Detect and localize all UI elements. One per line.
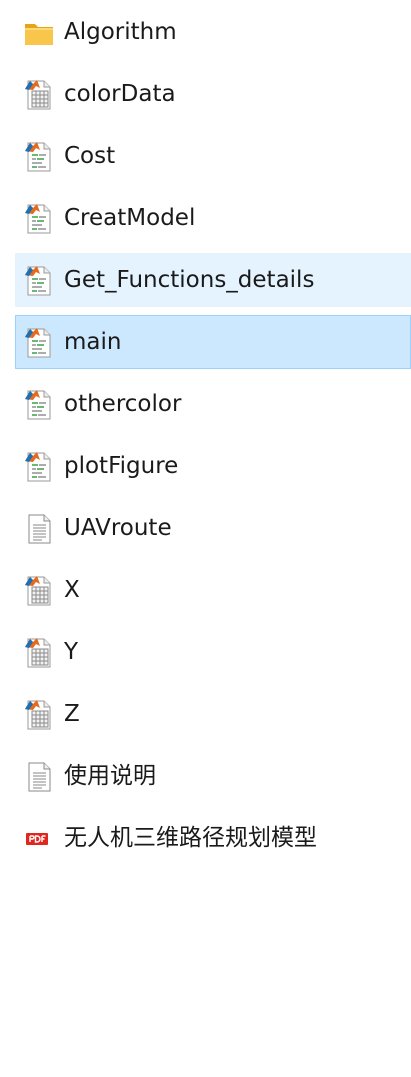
matlab-data-icon: [24, 699, 54, 731]
file-item-uavroute[interactable]: UAVroute: [15, 501, 411, 555]
file-name: Y: [64, 639, 79, 665]
file-item-y[interactable]: Y: [15, 625, 411, 679]
matlab-data-icon: [24, 637, 54, 669]
matlab-data-icon: [24, 79, 54, 111]
file-item-cost[interactable]: Cost: [15, 129, 411, 183]
matlab-script-icon: [24, 141, 54, 173]
file-item-colordata[interactable]: colorData: [15, 67, 411, 121]
matlab-script-icon: [24, 327, 54, 359]
file-item-creatmodel[interactable]: CreatModel: [15, 191, 411, 245]
matlab-script-icon: [24, 265, 54, 297]
pdf-icon: [24, 823, 54, 855]
text-file-icon: [24, 761, 54, 793]
file-item-instructions[interactable]: 使用说明: [15, 749, 411, 803]
file-item-pdf-model[interactable]: 无人机三维路径规划模型: [15, 811, 411, 865]
file-item-algorithm[interactable]: Algorithm: [15, 5, 411, 59]
matlab-data-icon: [24, 575, 54, 607]
file-name: 使用说明: [64, 763, 156, 789]
text-file-icon: [24, 513, 54, 545]
file-item-x[interactable]: X: [15, 563, 411, 617]
matlab-script-icon: [24, 389, 54, 421]
folder-icon: [24, 17, 54, 49]
file-name: colorData: [64, 81, 176, 107]
file-name: CreatModel: [64, 205, 196, 231]
file-name: 无人机三维路径规划模型: [64, 825, 317, 851]
file-item-othercolor[interactable]: othercolor: [15, 377, 411, 431]
file-item-get-functions-details[interactable]: Get_Functions_details: [15, 253, 411, 307]
file-name: UAVroute: [64, 515, 172, 541]
file-name: Algorithm: [64, 19, 177, 45]
matlab-script-icon: [24, 451, 54, 483]
file-item-z[interactable]: Z: [15, 687, 411, 741]
matlab-script-icon: [24, 203, 54, 235]
file-list: Algorithm colorData Cost CreatModel Get_…: [0, 0, 411, 1077]
file-name: Z: [64, 701, 80, 727]
file-name: X: [64, 577, 80, 603]
file-item-plotfigure[interactable]: plotFigure: [15, 439, 411, 493]
file-name: main: [64, 329, 122, 355]
file-name: othercolor: [64, 391, 182, 417]
file-name: plotFigure: [64, 453, 179, 479]
file-name: Get_Functions_details: [64, 267, 315, 293]
file-name: Cost: [64, 143, 116, 169]
file-item-main[interactable]: main: [15, 315, 411, 369]
